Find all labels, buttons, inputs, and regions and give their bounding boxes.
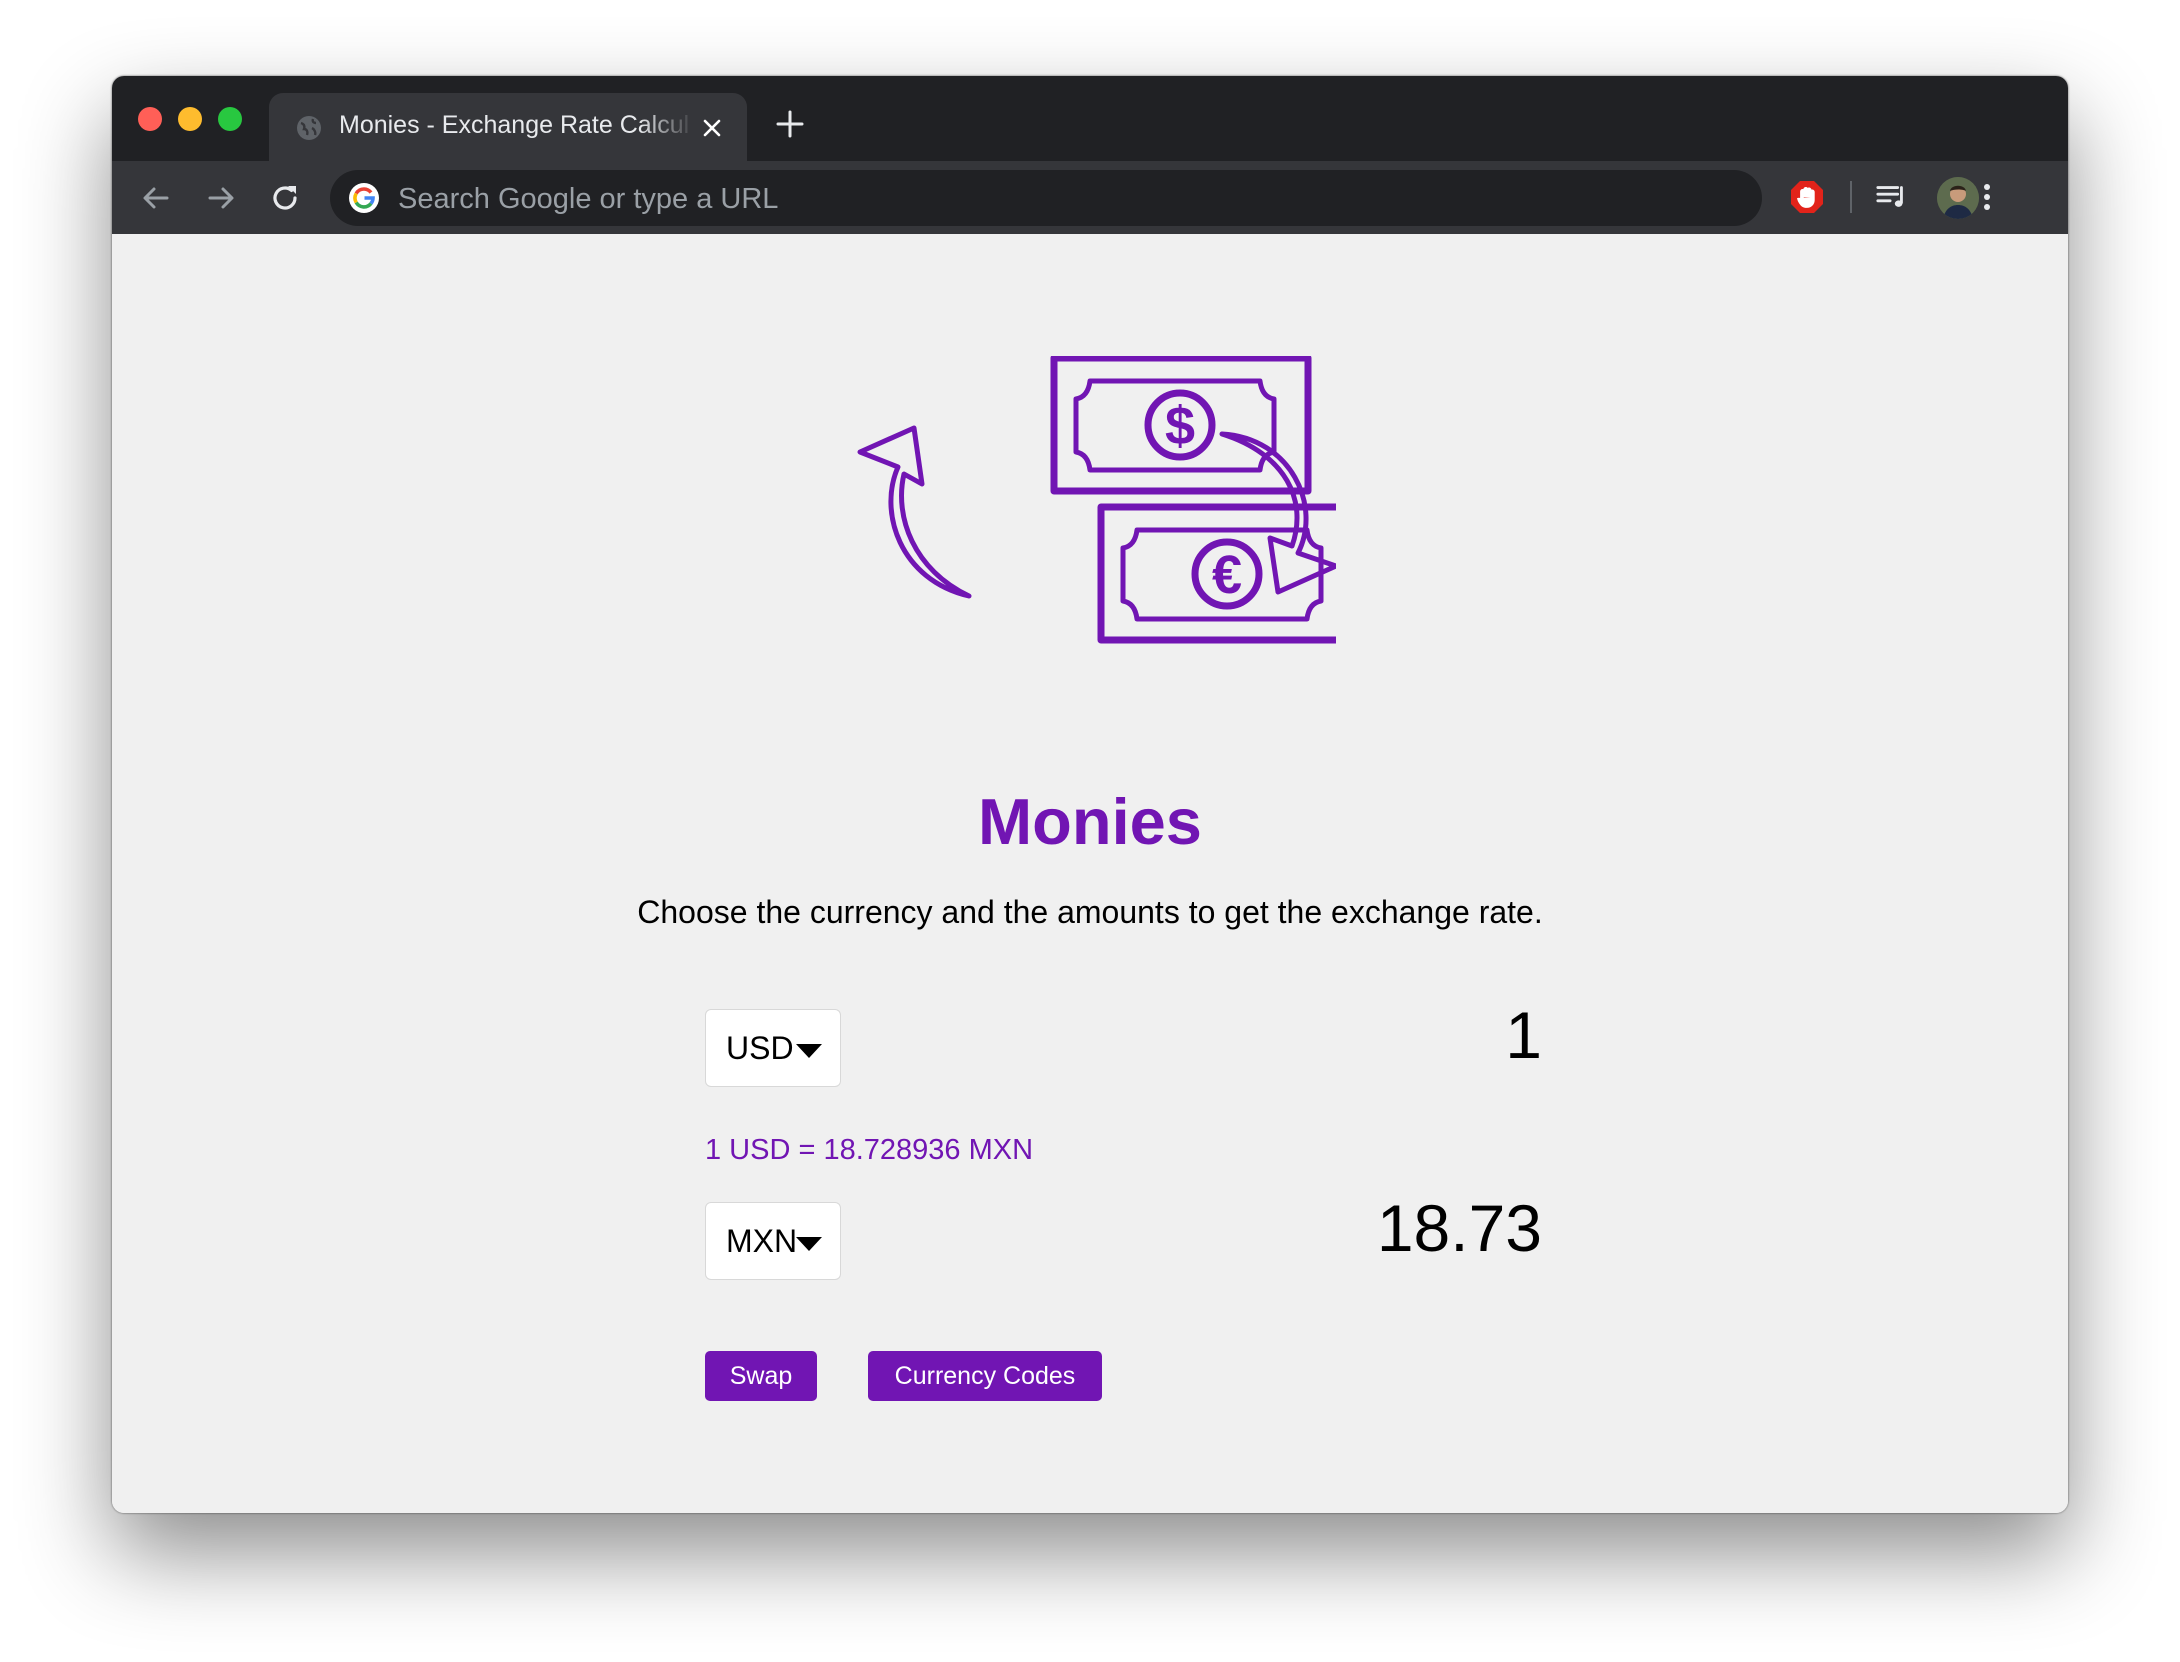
tab-title-fade — [639, 105, 695, 149]
maximize-window-button[interactable] — [218, 107, 242, 131]
google-icon — [349, 183, 379, 213]
currency-exchange-icon: $ € — [857, 356, 1336, 644]
close-window-button[interactable] — [138, 107, 162, 131]
close-tab-icon[interactable] — [701, 117, 723, 139]
address-bar[interactable]: Search Google or type a URL — [330, 170, 1762, 226]
from-currency-select[interactable]: USD — [705, 1009, 841, 1087]
svg-text:€: € — [1212, 545, 1242, 605]
adblock-icon[interactable] — [1789, 179, 1825, 215]
forward-arrow-icon[interactable] — [204, 181, 238, 215]
address-bar-placeholder: Search Google or type a URL — [398, 183, 779, 215]
swap-button[interactable]: Swap — [705, 1351, 817, 1401]
from-currency-value: USD — [726, 1030, 794, 1066]
browser-toolbar: Search Google or type a URL — [112, 161, 2068, 234]
more-vert-icon[interactable] — [1970, 180, 2004, 214]
exchange-rate-text: 1 USD = 18.728936 MXN — [705, 1134, 1034, 1166]
toolbar-separator — [1850, 181, 1852, 213]
browser-tab[interactable]: Monies - Exchange Rate Calculator — [269, 93, 747, 161]
reload-icon[interactable] — [268, 181, 302, 215]
to-currency-value: MXN — [726, 1223, 798, 1259]
page-subtitle: Choose the currency and the amounts to g… — [637, 894, 1543, 930]
tab-title: Monies - Exchange Rate Calculator — [339, 111, 689, 139]
to-currency-select[interactable]: MXN — [705, 1202, 841, 1280]
minimize-window-button[interactable] — [178, 107, 202, 131]
globe-icon — [297, 116, 321, 140]
media-control-icon[interactable] — [1875, 180, 1909, 214]
new-tab-icon[interactable] — [776, 110, 804, 138]
page-content: $ € Monies Choose the currency and the a… — [112, 234, 2068, 1513]
chevron-down-icon — [796, 1044, 822, 1058]
chevron-down-icon — [796, 1237, 822, 1251]
browser-window: Monies - Exchange Rate Calculator — [112, 76, 2068, 1513]
tab-strip: Monies - Exchange Rate Calculator — [112, 76, 2068, 161]
to-amount-input[interactable]: 18.73 — [1212, 1190, 1542, 1266]
currency-codes-button[interactable]: Currency Codes — [868, 1351, 1102, 1401]
from-amount-input[interactable]: 1 — [1212, 997, 1542, 1073]
back-arrow-icon[interactable] — [139, 181, 173, 215]
page-title: Monies — [978, 785, 1202, 858]
svg-text:$: $ — [1165, 396, 1195, 456]
